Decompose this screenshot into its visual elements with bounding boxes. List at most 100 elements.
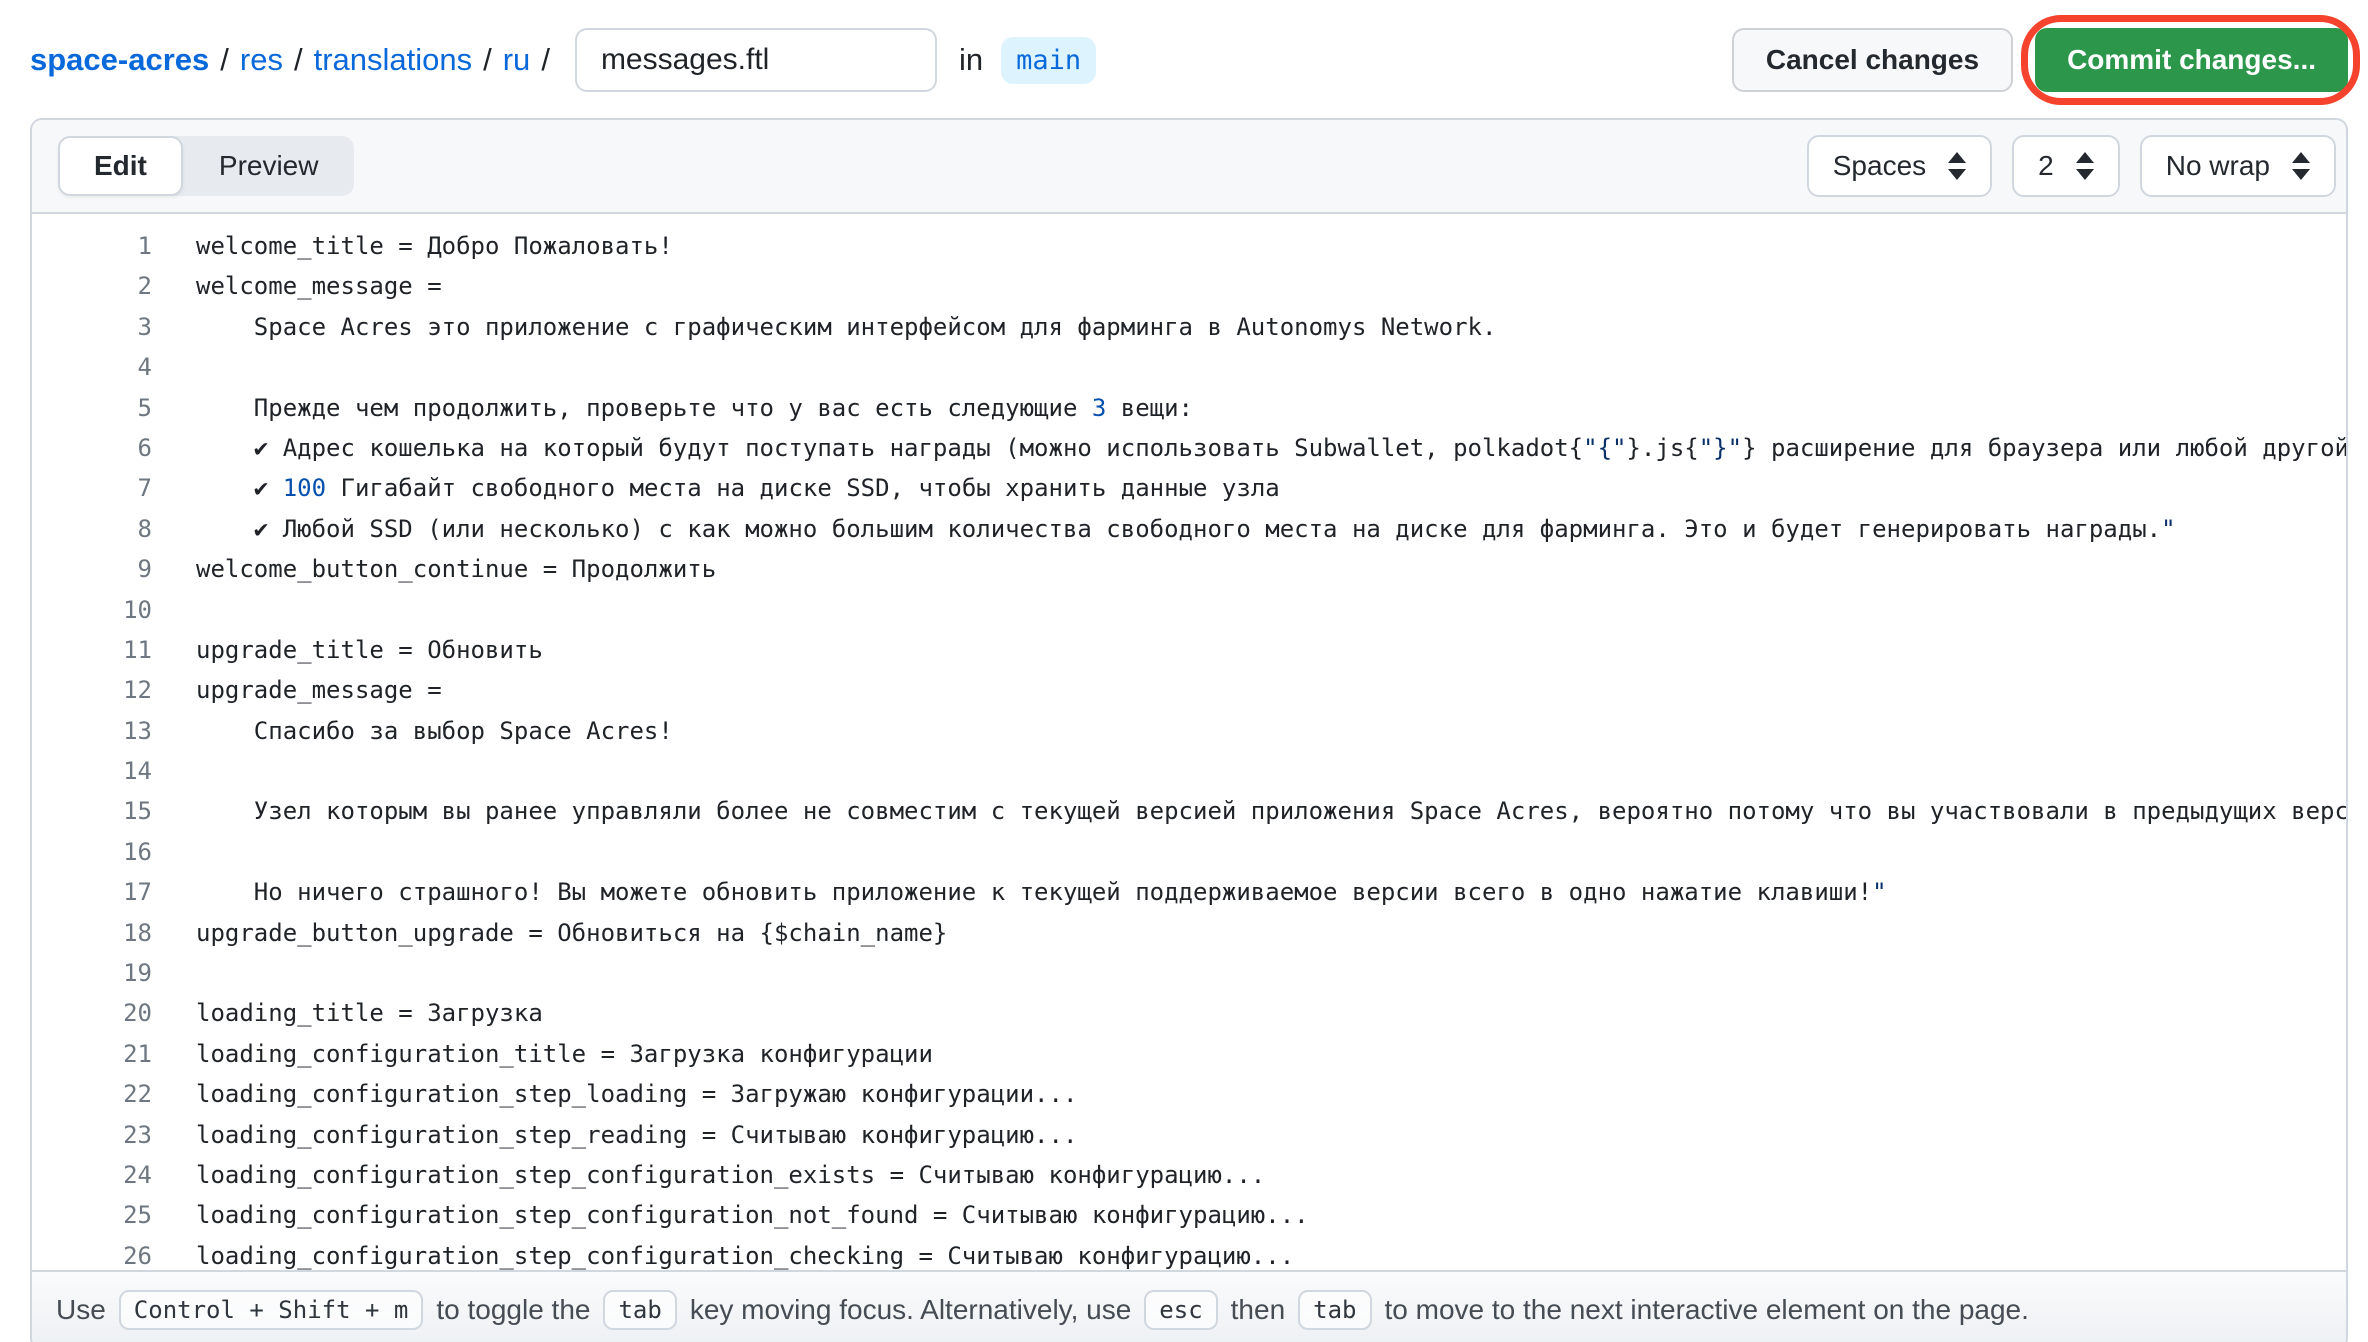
line-number: 15 (32, 791, 152, 831)
indent-mode-select[interactable]: Spaces (1807, 135, 1992, 197)
code-line-text[interactable]: ✔ Любой SSD (или несколько) с как можно … (152, 509, 2346, 549)
code-line-text[interactable] (152, 751, 2346, 791)
breadcrumb-repo-link[interactable]: space-acres (30, 42, 209, 78)
code-line-text[interactable]: Спасибо за выбор Space Acres! (152, 711, 2346, 751)
code-line: 2welcome_message = (32, 266, 2346, 306)
hint-text: Use (56, 1294, 106, 1326)
code-line: 5 Прежде чем продолжить, проверьте что у… (32, 388, 2346, 428)
code-line: 25loading_configuration_step_configurati… (32, 1195, 2346, 1235)
code-line-text[interactable]: ✔ Адрес кошелька на который будут поступ… (152, 428, 2346, 468)
code-line-text[interactable]: Но ничего страшного! Вы можете обновить … (152, 872, 2346, 912)
code-line-text[interactable]: Space Acres это приложение с графическим… (152, 307, 2346, 347)
code-area[interactable]: 1welcome_title = Добро Пожаловать!2welco… (32, 214, 2346, 1270)
line-number: 14 (32, 751, 152, 791)
breadcrumb-separator: / (283, 42, 314, 78)
code-line: 19 (32, 953, 2346, 993)
code-line-text[interactable]: welcome_message = (152, 266, 2346, 306)
code-line-text[interactable]: upgrade_message = (152, 670, 2346, 710)
breadcrumb-link-translations[interactable]: translations (314, 42, 473, 78)
indent-mode-value: Spaces (1833, 150, 1926, 182)
tab-preview[interactable]: Preview (183, 136, 355, 196)
code-line: 6 ✔ Адрес кошелька на который будут пост… (32, 428, 2346, 468)
line-number: 8 (32, 509, 152, 549)
wrap-mode-value: No wrap (2166, 150, 2270, 182)
line-number: 19 (32, 953, 152, 993)
line-number: 5 (32, 388, 152, 428)
code-line-text[interactable] (152, 347, 2346, 387)
breadcrumb-separator: / (209, 42, 240, 78)
code-line-text[interactable] (152, 953, 2346, 993)
code-line: 9welcome_button_continue = Продолжить (32, 549, 2346, 589)
line-number: 21 (32, 1034, 152, 1074)
file-editor-header: space-acres /res/translations/ru/ in mai… (0, 0, 2368, 118)
code-line: 10 (32, 590, 2346, 630)
filename-input[interactable] (575, 28, 937, 92)
breadcrumb-separator: / (472, 42, 503, 78)
in-label: in (959, 42, 983, 78)
hint-text: key moving focus. Alternatively, use (690, 1294, 1131, 1326)
code-line: 3 Space Acres это приложение с графическ… (32, 307, 2346, 347)
code-line-text[interactable] (152, 590, 2346, 630)
edit-preview-tabs: EditPreview (58, 136, 354, 196)
code-line-text[interactable]: loading_configuration_title = Загрузка к… (152, 1034, 2346, 1074)
hint-text: to toggle the (436, 1294, 590, 1326)
line-number: 9 (32, 549, 152, 589)
code-editor: EditPreview Spaces 2 No wrap 1welcome_ti… (30, 118, 2348, 1342)
line-number: 2 (32, 266, 152, 306)
code-line-text[interactable]: loading_configuration_step_configuration… (152, 1155, 2346, 1195)
code-line: 18upgrade_button_upgrade = Обновиться на… (32, 913, 2346, 953)
line-number: 4 (32, 347, 152, 387)
code-line-text[interactable]: loading_title = Загрузка (152, 993, 2346, 1033)
code-line-text[interactable]: Узел которым вы ранее управляли более не… (152, 791, 2346, 831)
breadcrumb-link-ru[interactable]: ru (503, 42, 531, 78)
code-line-text[interactable] (152, 832, 2346, 872)
line-number: 16 (32, 832, 152, 872)
hint-text: to move to the next interactive element … (1385, 1294, 2029, 1326)
code-line: 21loading_configuration_title = Загрузка… (32, 1034, 2346, 1074)
commit-changes-button[interactable]: Commit changes... (2035, 28, 2348, 92)
code-line: 17 Но ничего страшного! Вы можете обнови… (32, 872, 2346, 912)
editor-settings: Spaces 2 No wrap (1807, 135, 2336, 197)
code-line: 26loading_configuration_step_configurati… (32, 1236, 2346, 1270)
tab-edit[interactable]: Edit (58, 136, 183, 196)
code-line: 7 ✔ 100 Гигабайт свободного места на дис… (32, 468, 2346, 508)
indent-size-select[interactable]: 2 (2012, 135, 2120, 197)
code-line: 15 Узел которым вы ранее управляли более… (32, 791, 2346, 831)
line-number: 25 (32, 1195, 152, 1235)
line-number: 20 (32, 993, 152, 1033)
code-line: 13 Спасибо за выбор Space Acres! (32, 711, 2346, 751)
code-line-text[interactable]: upgrade_button_upgrade = Обновиться на {… (152, 913, 2346, 953)
sort-arrows-icon (2076, 152, 2094, 180)
code-line-text[interactable]: loading_configuration_step_configuration… (152, 1195, 2346, 1235)
line-number: 1 (32, 226, 152, 266)
code-line: 20loading_title = Загрузка (32, 993, 2346, 1033)
code-line-text[interactable]: loading_configuration_step_configuration… (152, 1236, 2346, 1270)
code-line-text[interactable]: ✔ 100 Гигабайт свободного места на диске… (152, 468, 2346, 508)
sort-arrows-icon (2292, 152, 2310, 180)
line-number: 11 (32, 630, 152, 670)
line-number: 3 (32, 307, 152, 347)
line-number: 12 (32, 670, 152, 710)
code-line: 22loading_configuration_step_loading = З… (32, 1074, 2346, 1114)
breadcrumb-link-res[interactable]: res (240, 42, 283, 78)
code-line-text[interactable]: welcome_title = Добро Пожаловать! (152, 226, 2346, 266)
branch-badge: main (1001, 37, 1096, 84)
code-line-text[interactable]: upgrade_title = Обновить (152, 630, 2346, 670)
line-number: 22 (32, 1074, 152, 1114)
code-line-text[interactable]: Прежде чем продолжить, проверьте что у в… (152, 388, 2346, 428)
code-line: 4 (32, 347, 2346, 387)
code-line: 1welcome_title = Добро Пожаловать! (32, 226, 2346, 266)
cancel-changes-button[interactable]: Cancel changes (1732, 28, 2013, 92)
line-number: 18 (32, 913, 152, 953)
keyboard-shortcut-key: tab (1298, 1290, 1371, 1330)
code-line-text[interactable]: loading_configuration_step_reading = Счи… (152, 1115, 2346, 1155)
editor-toolbar: EditPreview Spaces 2 No wrap (32, 120, 2346, 214)
code-line-text[interactable]: welcome_button_continue = Продолжить (152, 549, 2346, 589)
wrap-mode-select[interactable]: No wrap (2140, 135, 2336, 197)
breadcrumb-separator: / (530, 42, 561, 78)
code-line-text[interactable]: loading_configuration_step_loading = Заг… (152, 1074, 2346, 1114)
indent-size-value: 2 (2038, 150, 2054, 182)
keyboard-shortcut-key: tab (603, 1290, 676, 1330)
line-number: 24 (32, 1155, 152, 1195)
line-number: 7 (32, 468, 152, 508)
